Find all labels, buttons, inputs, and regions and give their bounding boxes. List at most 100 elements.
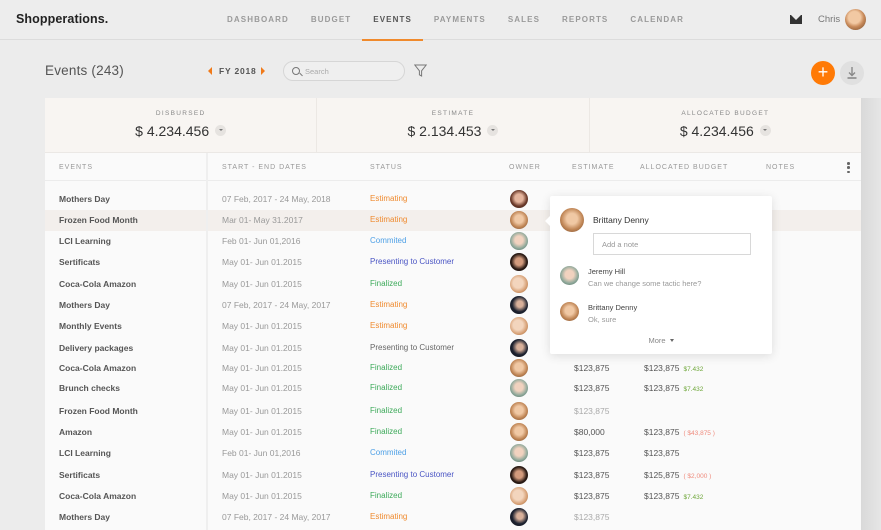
event-name[interactable]: Amazon [59,427,92,437]
author-avatar [560,208,584,232]
owner-avatar[interactable] [510,423,528,441]
table-row[interactable]: Coca-Cola Amazon May 01- Jun 01.2015 Final… [45,358,861,379]
mail-icon[interactable] [790,15,802,24]
more-label: More [648,336,666,345]
table-row[interactable]: Sertificats May 01- Jun 01.2015 Presenting… [45,465,861,486]
owner-avatar[interactable] [510,402,528,420]
status-label: Finalized [370,427,403,436]
event-name[interactable]: Coca-Cola Amazon [59,279,136,289]
allocated-value: $123,875 [644,383,680,393]
column-allocated-budget[interactable]: ALLOCATED BUDGET [640,164,728,171]
comment-item: Brittany Denny Ok, sure [560,302,760,330]
allocated-budget-cell: $123,875( $43,875 ) [644,427,715,437]
event-name[interactable]: Delivery packages [59,343,133,353]
event-name[interactable]: Monthly Events [59,321,122,331]
summary-value: $ 4.234.456 [45,123,316,139]
budget-difference: $7.432 [683,494,704,501]
owner-avatar[interactable] [510,190,528,208]
chevron-down-icon[interactable] [215,124,227,136]
brand-logo[interactable]: Shopperations. [16,12,108,26]
plus-icon: + [817,62,829,82]
column-notes[interactable]: NOTES [766,164,795,171]
nav-events[interactable]: EVENTS [362,0,423,41]
owner-avatar[interactable] [510,487,528,505]
estimate-value: $80,000 [574,427,605,437]
status-label: Finalized [370,491,403,500]
more-options-icon[interactable] [847,162,850,174]
nav-dashboard[interactable]: DASHBOARD [216,0,300,40]
add-event-button[interactable]: + [811,61,835,85]
owner-avatar[interactable] [510,339,528,357]
table-row[interactable]: Brunch checks May 01- Jun 01.2015 Finalize… [45,378,861,399]
event-name[interactable]: LCI Learning [59,448,111,458]
summary-label: ESTIMATE [431,110,475,117]
nav-calendar[interactable]: CALENDAR [619,0,695,40]
column-owner[interactable]: OWNER [509,164,541,171]
owner-avatar[interactable] [510,466,528,484]
owner-avatar[interactable] [510,359,528,377]
chevron-down-icon[interactable] [487,124,499,136]
table-row[interactable]: Amazon May 01- Jun 01.2015 Finalized $80,00… [45,422,861,443]
more-comments-button[interactable]: More [550,336,772,345]
event-name[interactable]: Brunch checks [59,383,120,393]
event-name[interactable]: LCI Learning [59,236,111,246]
column-events[interactable]: EVENTS [59,164,93,171]
table-row[interactable]: Mothers Day 07 Feb, 2017 - 24 May, 2017 Es… [45,507,861,528]
user-name[interactable]: Chris [818,14,840,25]
allocated-budget-cell: $125,875( $2,000 ) [644,470,711,480]
owner-avatar[interactable] [510,232,528,250]
event-name[interactable]: Frozen Food Month [59,215,138,225]
fiscal-year-prev-icon[interactable] [208,67,212,75]
table-row[interactable]: Coca-Cola Amazon May 01- Jun 01.2015 Final… [45,486,861,507]
user-avatar[interactable] [845,9,866,30]
chevron-down-icon[interactable] [759,124,771,136]
download-button[interactable] [840,61,864,85]
status-label: Presenting to Customer [370,470,455,479]
event-name[interactable]: Sertificats [59,257,100,267]
column-dates[interactable]: START - END DATES [222,164,307,171]
allocated-value: $123,875 [644,363,680,373]
summary-value: $ 4.234.456 [590,123,861,139]
comment-item: Jeremy Hill Can we change some tactic he… [560,266,760,294]
event-name[interactable]: Coca-Cola Amazon [59,363,136,373]
status-label: Presenting to Customer [370,257,455,266]
owner-avatar[interactable] [510,253,528,271]
event-name[interactable]: Coca-Cola Amazon [59,491,136,501]
owner-avatar[interactable] [510,508,528,526]
nav-reports[interactable]: REPORTS [551,0,619,40]
commenter-avatar [560,266,579,285]
owner-avatar[interactable] [510,444,528,462]
search-box[interactable] [283,61,405,81]
event-name[interactable]: Mothers Day [59,512,110,522]
event-name[interactable]: Mothers Day [59,300,110,310]
allocated-value: $123,875 [644,427,680,437]
search-input[interactable] [305,64,400,78]
summary-label: DISBURSED [155,110,206,117]
event-name[interactable]: Frozen Food Month [59,406,138,416]
owner-avatar[interactable] [510,275,528,293]
owner-avatar[interactable] [510,317,528,335]
event-name[interactable]: Mothers Day [59,194,110,204]
owner-avatar[interactable] [510,379,528,397]
fiscal-year-next-icon[interactable] [261,67,265,75]
owner-avatar[interactable] [510,296,528,314]
nav-payments[interactable]: PAYMENTS [423,0,497,40]
owner-avatar[interactable] [510,211,528,229]
filter-icon[interactable] [414,64,427,77]
status-label: Presenting to Customer [370,343,455,352]
search-icon [292,67,300,75]
column-status[interactable]: STATUS [370,164,403,171]
nav-budget[interactable]: BUDGET [300,0,362,40]
estimate-value: $123,875 [574,363,610,373]
add-note-input[interactable] [593,233,751,255]
column-estimate[interactable]: ESTIMATE [572,164,614,171]
status-label: Estimating [370,215,408,224]
estimate-value: $123,875 [574,448,610,458]
event-dates: May 01- Jun 01.2015 [222,257,302,267]
allocated-value: $123,875 [644,448,680,458]
table-row[interactable]: LCI Learning Feb 01- Jun 01,2016 Commited $… [45,443,861,464]
table-row[interactable]: Frozen Food Month May 01- Jun 01.2015 Fina… [45,401,861,422]
nav-sales[interactable]: SALES [497,0,551,40]
summary-disbursed: DISBURSED $ 4.234.456 [45,98,318,152]
event-name[interactable]: Sertificats [59,470,100,480]
